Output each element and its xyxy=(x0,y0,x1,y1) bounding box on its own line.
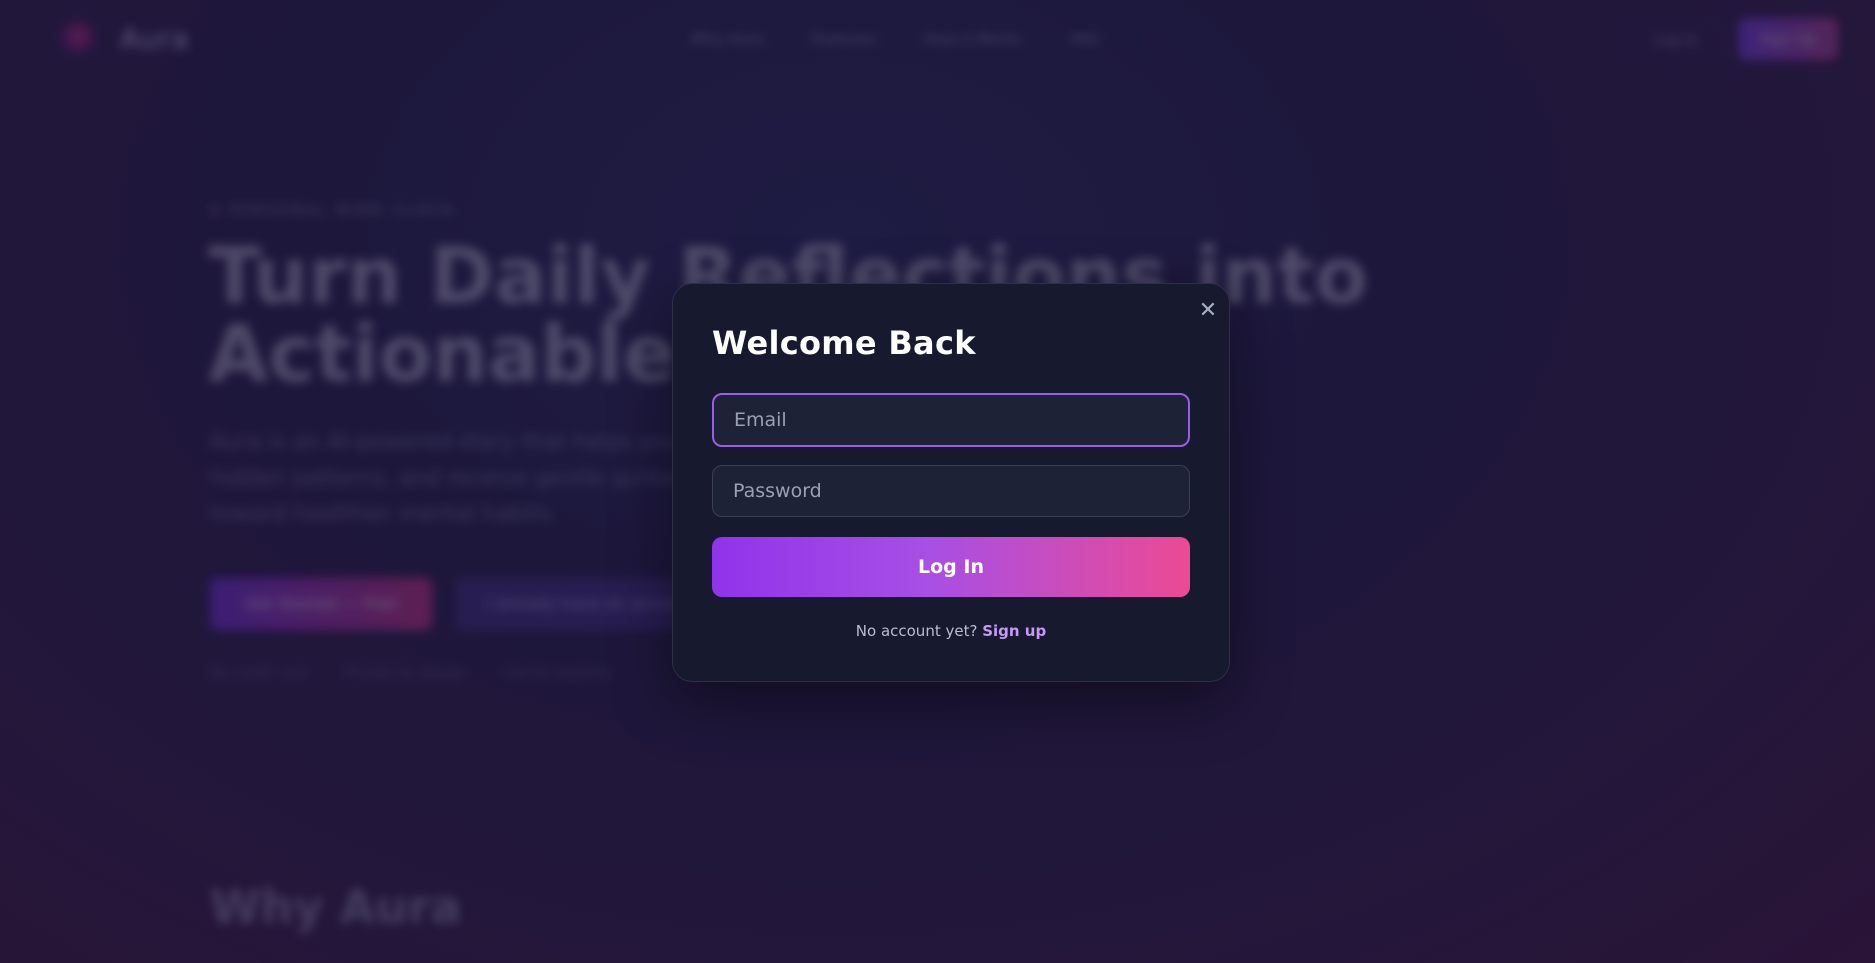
signup-link[interactable]: Sign up xyxy=(982,622,1046,640)
close-icon[interactable]: ✕ xyxy=(1197,300,1219,322)
email-field[interactable] xyxy=(712,393,1190,447)
login-modal: ✕ Welcome Back Log In No account yet? Si… xyxy=(672,283,1230,682)
signup-prompt-row: No account yet? Sign up xyxy=(673,622,1229,640)
modal-title: Welcome Back xyxy=(712,324,976,362)
login-button[interactable]: Log In xyxy=(712,537,1190,597)
signup-prompt: No account yet? xyxy=(855,622,978,640)
password-field[interactable] xyxy=(712,465,1190,517)
